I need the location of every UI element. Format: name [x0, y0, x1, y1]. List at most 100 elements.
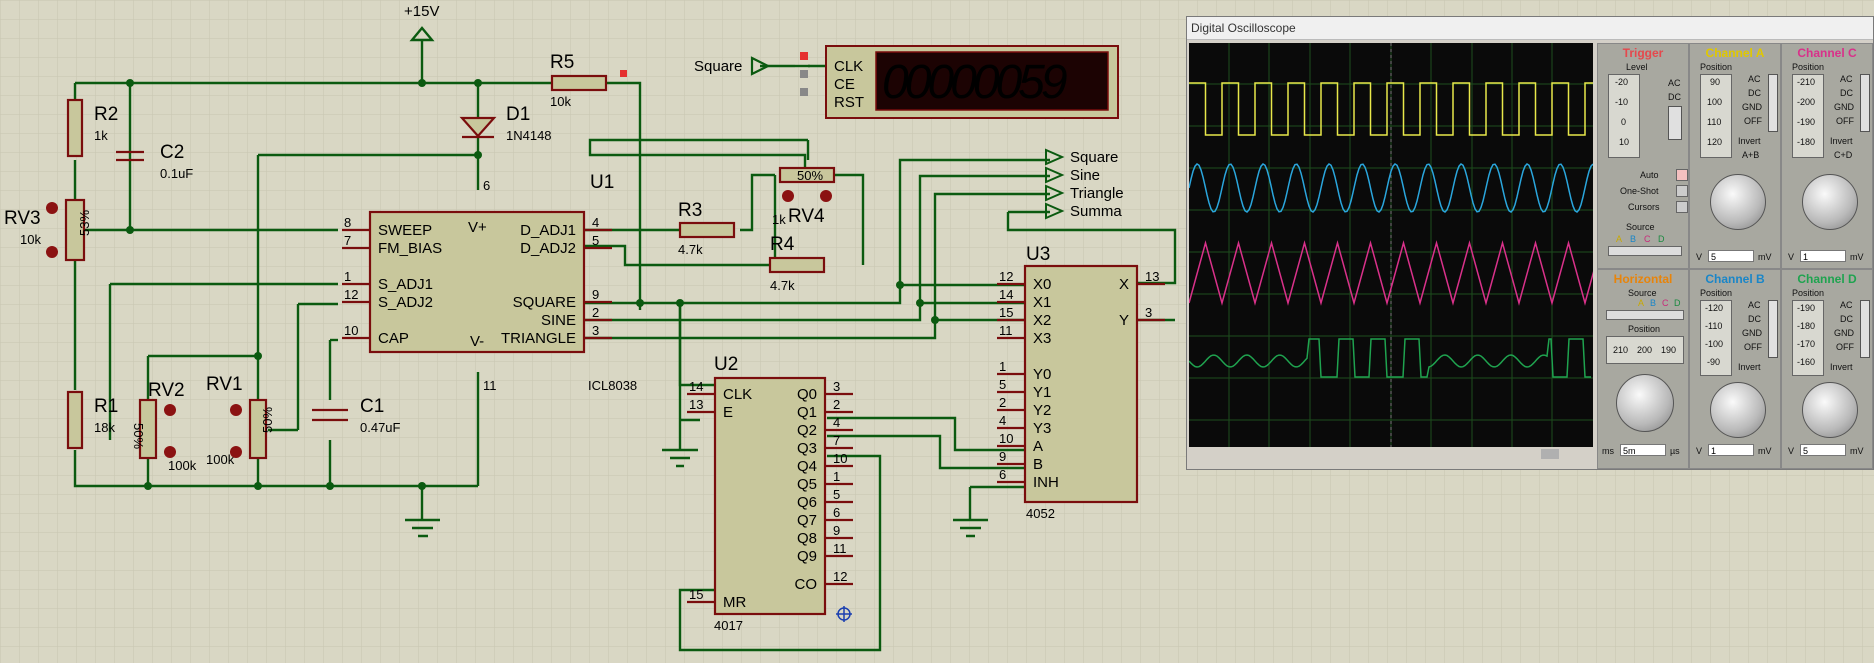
channel-b-position-label: Position — [1700, 288, 1733, 298]
pin-name: X1 — [1033, 294, 1051, 311]
channel-b-title: Channel B — [1705, 272, 1765, 286]
channel-c-off[interactable]: OFF — [1836, 116, 1854, 126]
channel-a-position-label: Position — [1700, 62, 1733, 72]
pin-name: FM_BIAS — [378, 240, 442, 257]
pin-number: 4 — [833, 415, 840, 430]
trigger-auto-button[interactable] — [1676, 169, 1688, 181]
channel-d-value-field[interactable]: 5 — [1800, 444, 1846, 456]
resistor-r2[interactable] — [66, 98, 84, 158]
pin-number: 3 — [833, 379, 840, 394]
channel-d-ac[interactable]: AC — [1840, 300, 1853, 310]
channel-b-off[interactable]: OFF — [1744, 342, 1762, 352]
horizontal-source-slider[interactable] — [1606, 310, 1684, 320]
resistor-r4[interactable] — [768, 256, 826, 274]
trigger-source-a[interactable]: A — [1616, 234, 1622, 244]
rv4-adjust-left-icon[interactable] — [782, 190, 794, 202]
channel-a-volts-knob[interactable] — [1710, 174, 1766, 230]
horizontal-source-b[interactable]: B — [1650, 298, 1656, 308]
channel-b-dc[interactable]: DC — [1748, 314, 1761, 324]
trigger-cursors-button[interactable] — [1676, 201, 1688, 213]
trigger-panel: Trigger Level -20 -10 0 10 AC DC Auto On… — [1597, 43, 1689, 269]
channel-c-coupling-switch[interactable] — [1860, 74, 1870, 132]
channel-c-value-field[interactable]: 1 — [1800, 250, 1846, 262]
horizontal-source-a[interactable]: A — [1638, 298, 1644, 308]
oscilloscope-window[interactable]: Digital Oscilloscope Trigger Level -20 -… — [1186, 16, 1874, 470]
channel-a-math[interactable]: A+B — [1742, 150, 1759, 160]
channel-a-invert[interactable]: Invert — [1738, 136, 1761, 146]
horizontal-position-dial[interactable]: 210 200 190 — [1606, 336, 1684, 364]
channel-c-position-dial[interactable]: -210 -200 -190 -180 — [1792, 74, 1824, 158]
rv3-adjust-down-icon[interactable] — [46, 246, 58, 258]
channel-c-ac[interactable]: AC — [1840, 74, 1853, 84]
pin-name: CLK — [723, 386, 752, 403]
terminal-square-label: Square — [1070, 149, 1118, 166]
channel-b-volts-knob[interactable] — [1710, 382, 1766, 438]
pin-name: Q3 — [797, 440, 817, 457]
resistor-r1[interactable] — [66, 390, 84, 450]
channel-c-math[interactable]: C+D — [1834, 150, 1852, 160]
channel-a-dc[interactable]: DC — [1748, 88, 1761, 98]
channel-d-off[interactable]: OFF — [1836, 342, 1854, 352]
channel-a-gnd[interactable]: GND — [1742, 102, 1762, 112]
trigger-source-d[interactable]: D — [1658, 234, 1665, 244]
horizontal-value-field[interactable]: 5m — [1620, 444, 1666, 456]
pin-number: 8 — [344, 215, 351, 230]
rv2-adjust-up-icon[interactable] — [164, 404, 176, 416]
rv3-value: 10k — [20, 232, 41, 247]
channel-d-dc[interactable]: DC — [1840, 314, 1853, 324]
channel-a-position-dial[interactable]: 90 100 110 120 — [1700, 74, 1732, 158]
pin-number: 14 — [999, 287, 1013, 302]
pin-name: S_ADJ1 — [378, 276, 433, 293]
channel-c-volts-knob[interactable] — [1802, 174, 1858, 230]
trigger-ac[interactable]: AC — [1668, 78, 1681, 88]
channel-d-invert[interactable]: Invert — [1830, 362, 1853, 372]
horizontal-source-c[interactable]: C — [1662, 298, 1669, 308]
r3-value: 4.7k — [678, 242, 703, 257]
rv4-adjust-right-icon[interactable] — [820, 190, 832, 202]
channel-b-invert[interactable]: Invert — [1738, 362, 1761, 372]
trigger-coupling-switch[interactable] — [1668, 106, 1682, 140]
rv1-adjust-up-icon[interactable] — [230, 404, 242, 416]
channel-c-invert[interactable]: Invert — [1830, 136, 1853, 146]
channel-d-coupling-switch[interactable] — [1860, 300, 1870, 358]
rv3-adjust-up-icon[interactable] — [46, 202, 58, 214]
channel-b-position-dial[interactable]: -120 -110 -100 -90 — [1700, 300, 1732, 376]
channel-d-gnd[interactable]: GND — [1834, 328, 1854, 338]
channel-a-tick: 120 — [1707, 137, 1723, 147]
horizontal-timebase-knob[interactable] — [1616, 374, 1674, 432]
channel-c-gnd[interactable]: GND — [1834, 102, 1854, 112]
rv2-adjust-down-icon[interactable] — [164, 446, 176, 458]
r1-ref: R1 — [94, 396, 118, 417]
channel-a-ac[interactable]: AC — [1748, 74, 1761, 84]
channel-c-dc[interactable]: DC — [1840, 88, 1853, 98]
channel-d-unit-mv: mV — [1850, 446, 1864, 456]
pin-number: 9 — [999, 449, 1006, 464]
oscilloscope-screen[interactable] — [1188, 43, 1603, 461]
rv1-adjust-down-icon[interactable] — [230, 446, 242, 458]
counter-pin-clk: CLK — [834, 58, 863, 75]
pin-name: Q4 — [797, 458, 817, 475]
channel-d-volts-knob[interactable] — [1802, 382, 1858, 438]
trigger-source-slider[interactable] — [1608, 246, 1682, 256]
pin-name: Q6 — [797, 494, 817, 511]
trigger-oneshot-button[interactable] — [1676, 185, 1688, 197]
trigger-dc[interactable]: DC — [1668, 92, 1681, 102]
channel-d-position-dial[interactable]: -190 -180 -170 -160 — [1792, 300, 1824, 376]
screen-scrollbar-thumb[interactable] — [1541, 449, 1559, 459]
channel-b-value-field[interactable]: 1 — [1708, 444, 1754, 456]
screen-scrollbar[interactable] — [1189, 447, 1593, 461]
resistor-r5[interactable] — [550, 74, 608, 92]
counter-pin-ce: CE — [834, 76, 855, 93]
horizontal-source-d[interactable]: D — [1674, 298, 1681, 308]
channel-b-coupling-switch[interactable] — [1768, 300, 1778, 358]
channel-b-ac[interactable]: AC — [1748, 300, 1761, 310]
resistor-r3[interactable] — [678, 221, 736, 239]
channel-a-value-field[interactable]: 5 — [1708, 250, 1754, 262]
channel-c-position-label: Position — [1792, 62, 1825, 72]
channel-b-gnd[interactable]: GND — [1742, 328, 1762, 338]
channel-a-off[interactable]: OFF — [1744, 116, 1762, 126]
trigger-source-b[interactable]: B — [1630, 234, 1636, 244]
trigger-level-dial[interactable]: -20 -10 0 10 — [1608, 74, 1640, 158]
channel-a-coupling-switch[interactable] — [1768, 74, 1778, 132]
trigger-source-c[interactable]: C — [1644, 234, 1651, 244]
